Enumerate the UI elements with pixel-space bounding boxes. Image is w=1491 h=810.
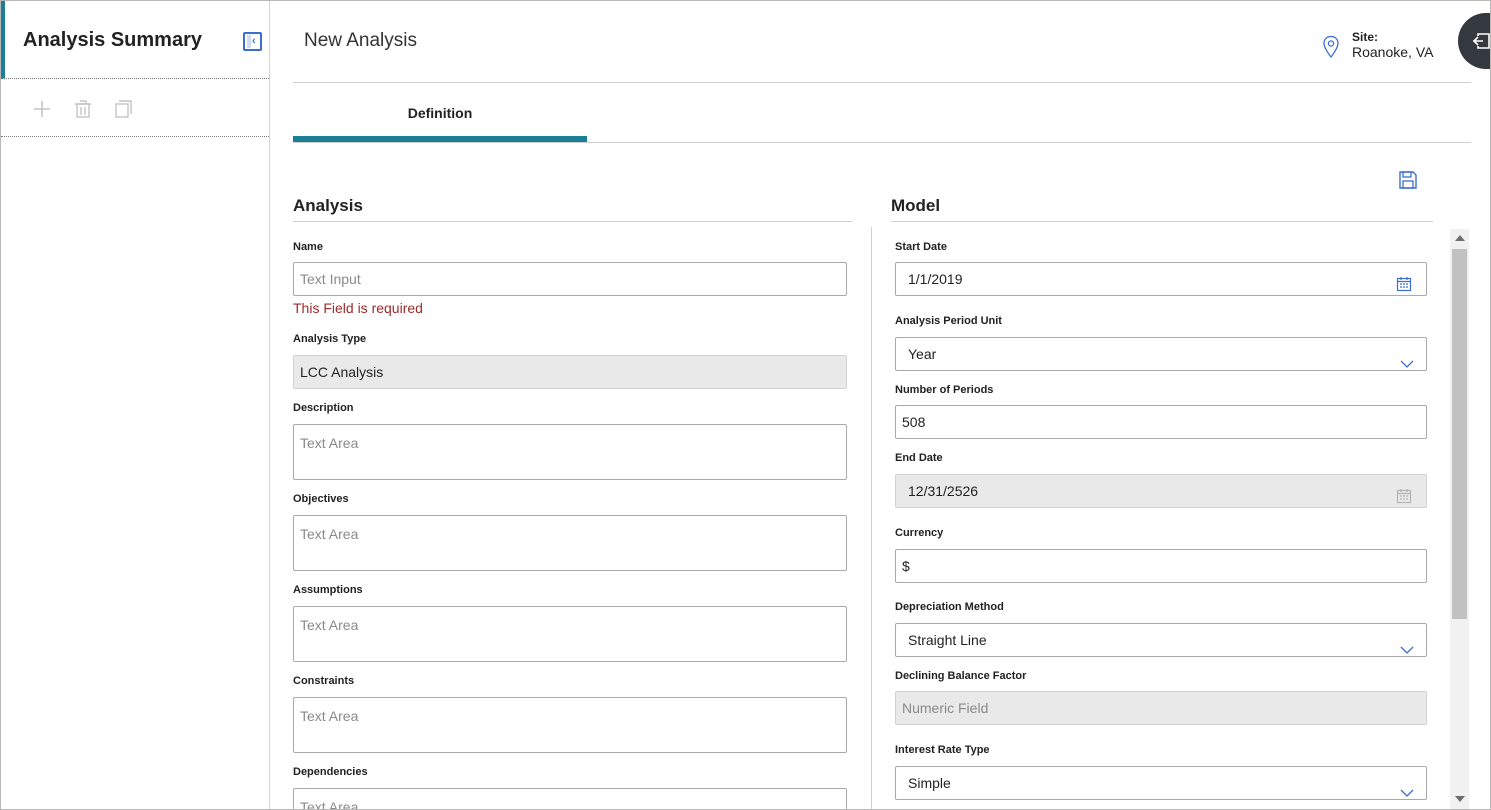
num-periods-input[interactable]: 508 (895, 405, 1427, 439)
collapse-panel-icon[interactable]: ‹ (243, 32, 262, 51)
form-scrollbar[interactable] (1450, 229, 1469, 809)
column-divider (871, 227, 872, 809)
num-periods-label: Number of Periods (895, 384, 994, 396)
site-label: Site: (1352, 30, 1379, 44)
left-panel-toolbar (1, 80, 269, 137)
header-divider (293, 82, 1471, 83)
left-panel-header: Analysis Summary ‹ (1, 1, 269, 79)
chevron-down-icon (1400, 348, 1414, 368)
name-input[interactable]: Text Input (293, 262, 847, 296)
trash-icon[interactable] (72, 98, 94, 120)
interest-rate-type-value: Simple (908, 775, 951, 791)
currency-input[interactable]: $ (895, 549, 1427, 583)
currency-label: Currency (895, 527, 944, 539)
period-unit-value: Year (908, 346, 937, 362)
end-date-value: 12/31/2526 (908, 483, 979, 499)
start-date-value: 1/1/2019 (908, 271, 963, 287)
calendar-icon (1396, 483, 1412, 504)
site-value: Roanoke, VA (1352, 44, 1434, 60)
plus-icon[interactable] (31, 98, 53, 120)
chevron-down-icon (1400, 777, 1414, 797)
page-title: New Analysis (304, 30, 417, 51)
start-date-label: Start Date (895, 241, 947, 253)
objectives-label: Objectives (293, 493, 349, 505)
dependencies-label: Dependencies (293, 766, 368, 778)
calendar-icon[interactable] (1396, 271, 1412, 292)
copy-icon[interactable] (113, 98, 135, 120)
name-label: Name (293, 241, 323, 253)
app-window: Analysis Summary ‹ New Analysis Site: Ro… (0, 0, 1491, 810)
declining-balance-label: Declining Balance Factor (895, 670, 1027, 682)
constraints-label: Constraints (293, 675, 355, 687)
interest-rate-type-select[interactable]: Simple (895, 766, 1427, 800)
location-pin-icon (1321, 35, 1341, 59)
end-date-label: End Date (895, 452, 943, 464)
period-unit-label: Analysis Period Unit (895, 315, 1002, 327)
sign-out-icon[interactable] (1458, 13, 1490, 69)
depreciation-select[interactable]: Straight Line (895, 623, 1427, 657)
scroll-up-arrow[interactable] (1455, 235, 1465, 241)
interest-rate-type-label: Interest Rate Type (895, 744, 990, 756)
period-unit-select[interactable]: Year (895, 337, 1427, 371)
declining-balance-field: Numeric Field (895, 691, 1427, 725)
depreciation-label: Depreciation Method (895, 601, 1004, 613)
scroll-down-arrow[interactable] (1455, 796, 1465, 802)
end-date-field: 12/31/2526 (895, 474, 1427, 508)
chevron-down-icon (1400, 634, 1414, 654)
assumptions-textarea[interactable]: Text Area (293, 606, 847, 662)
left-panel-title: Analysis Summary (23, 29, 202, 51)
dependencies-textarea[interactable]: Text Area (293, 788, 847, 809)
description-label: Description (293, 402, 354, 414)
analysis-type-field: LCC Analysis (293, 355, 847, 389)
model-section-title: Model (891, 196, 941, 215)
left-panel: Analysis Summary ‹ (1, 1, 270, 809)
depreciation-value: Straight Line (908, 632, 987, 648)
assumptions-label: Assumptions (293, 584, 363, 596)
constraints-textarea[interactable]: Text Area (293, 697, 847, 753)
analysis-section-divider (293, 221, 852, 222)
description-textarea[interactable]: Text Area (293, 424, 847, 480)
scroll-thumb[interactable] (1452, 249, 1467, 619)
objectives-textarea[interactable]: Text Area (293, 515, 847, 571)
start-date-input[interactable]: 1/1/2019 (895, 262, 1427, 296)
name-error-message: This Field is required (293, 300, 423, 316)
analysis-type-label: Analysis Type (293, 333, 367, 345)
save-icon[interactable] (1398, 170, 1418, 190)
model-section-divider (891, 221, 1433, 222)
tab-divider (293, 142, 1471, 143)
analysis-section-title: Analysis (293, 196, 363, 215)
